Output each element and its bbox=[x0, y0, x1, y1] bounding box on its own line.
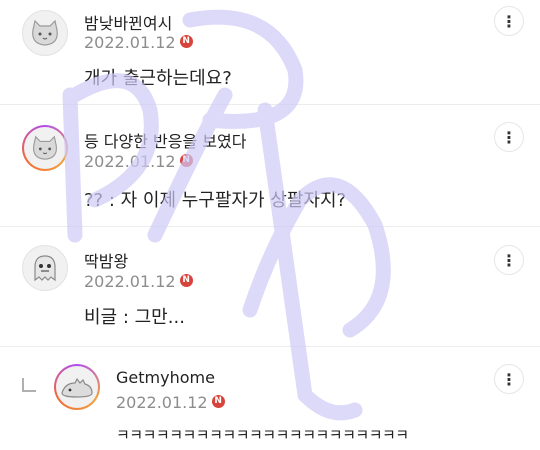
comment-author[interactable]: 등 다양한 반응을 보였다 bbox=[84, 128, 246, 152]
date-text: 2022.01.12 bbox=[84, 33, 176, 52]
divider bbox=[0, 226, 540, 227]
comment-author[interactable]: Getmyhome bbox=[116, 368, 215, 387]
date-text: 2022.01.12 bbox=[116, 393, 208, 412]
comment-author[interactable]: 밤낮바뀐여시 bbox=[84, 10, 172, 34]
date-text: 2022.01.12 bbox=[84, 272, 176, 291]
avatar[interactable] bbox=[22, 10, 68, 56]
date-text: 2022.01.12 bbox=[84, 152, 176, 171]
divider bbox=[0, 346, 540, 347]
avatar[interactable] bbox=[22, 125, 68, 171]
more-options-button[interactable]: ⋮ bbox=[494, 122, 524, 152]
comment-text: ㅋㅋㅋㅋㅋㅋㅋㅋㅋㅋㅋㅋㅋㅋㅋㅋㅋㅋㅋㅋㅋㅋ bbox=[116, 426, 409, 444]
comment-text: 비글 : 그만... bbox=[84, 307, 185, 328]
cat-avatar-icon bbox=[33, 135, 57, 160]
avatar[interactable] bbox=[54, 364, 100, 410]
cat-avatar-icon bbox=[32, 19, 58, 46]
new-badge: N bbox=[179, 35, 193, 48]
new-badge: N bbox=[179, 154, 193, 167]
comment-date: 2022.01.12 N bbox=[84, 33, 193, 52]
reply-arrow-icon bbox=[22, 378, 36, 392]
more-vertical-icon: ⋮ bbox=[501, 250, 517, 270]
comment-text: ?? : 자 이제 누구팔자가 상팔자지? bbox=[84, 190, 347, 211]
more-vertical-icon: ⋮ bbox=[501, 11, 517, 31]
new-badge: N bbox=[179, 274, 193, 287]
divider bbox=[0, 104, 540, 105]
comment-text: 개가 출근하는데요? bbox=[84, 68, 232, 89]
avatar[interactable] bbox=[22, 245, 68, 291]
comment-date: 2022.01.12 N bbox=[84, 152, 193, 171]
comment-author[interactable]: 딱밤왕 bbox=[84, 248, 128, 272]
more-vertical-icon: ⋮ bbox=[501, 127, 517, 147]
more-options-button[interactable]: ⋮ bbox=[494, 364, 524, 394]
more-options-button[interactable]: ⋮ bbox=[494, 6, 524, 36]
more-vertical-icon: ⋮ bbox=[501, 369, 517, 389]
more-options-button[interactable]: ⋮ bbox=[494, 245, 524, 275]
new-badge: N bbox=[211, 395, 225, 408]
dinosaur-avatar-icon bbox=[61, 377, 93, 398]
comment-date: 2022.01.12 N bbox=[116, 393, 225, 412]
comment-date: 2022.01.12 N bbox=[84, 272, 193, 291]
ghost-avatar-icon bbox=[34, 255, 56, 282]
